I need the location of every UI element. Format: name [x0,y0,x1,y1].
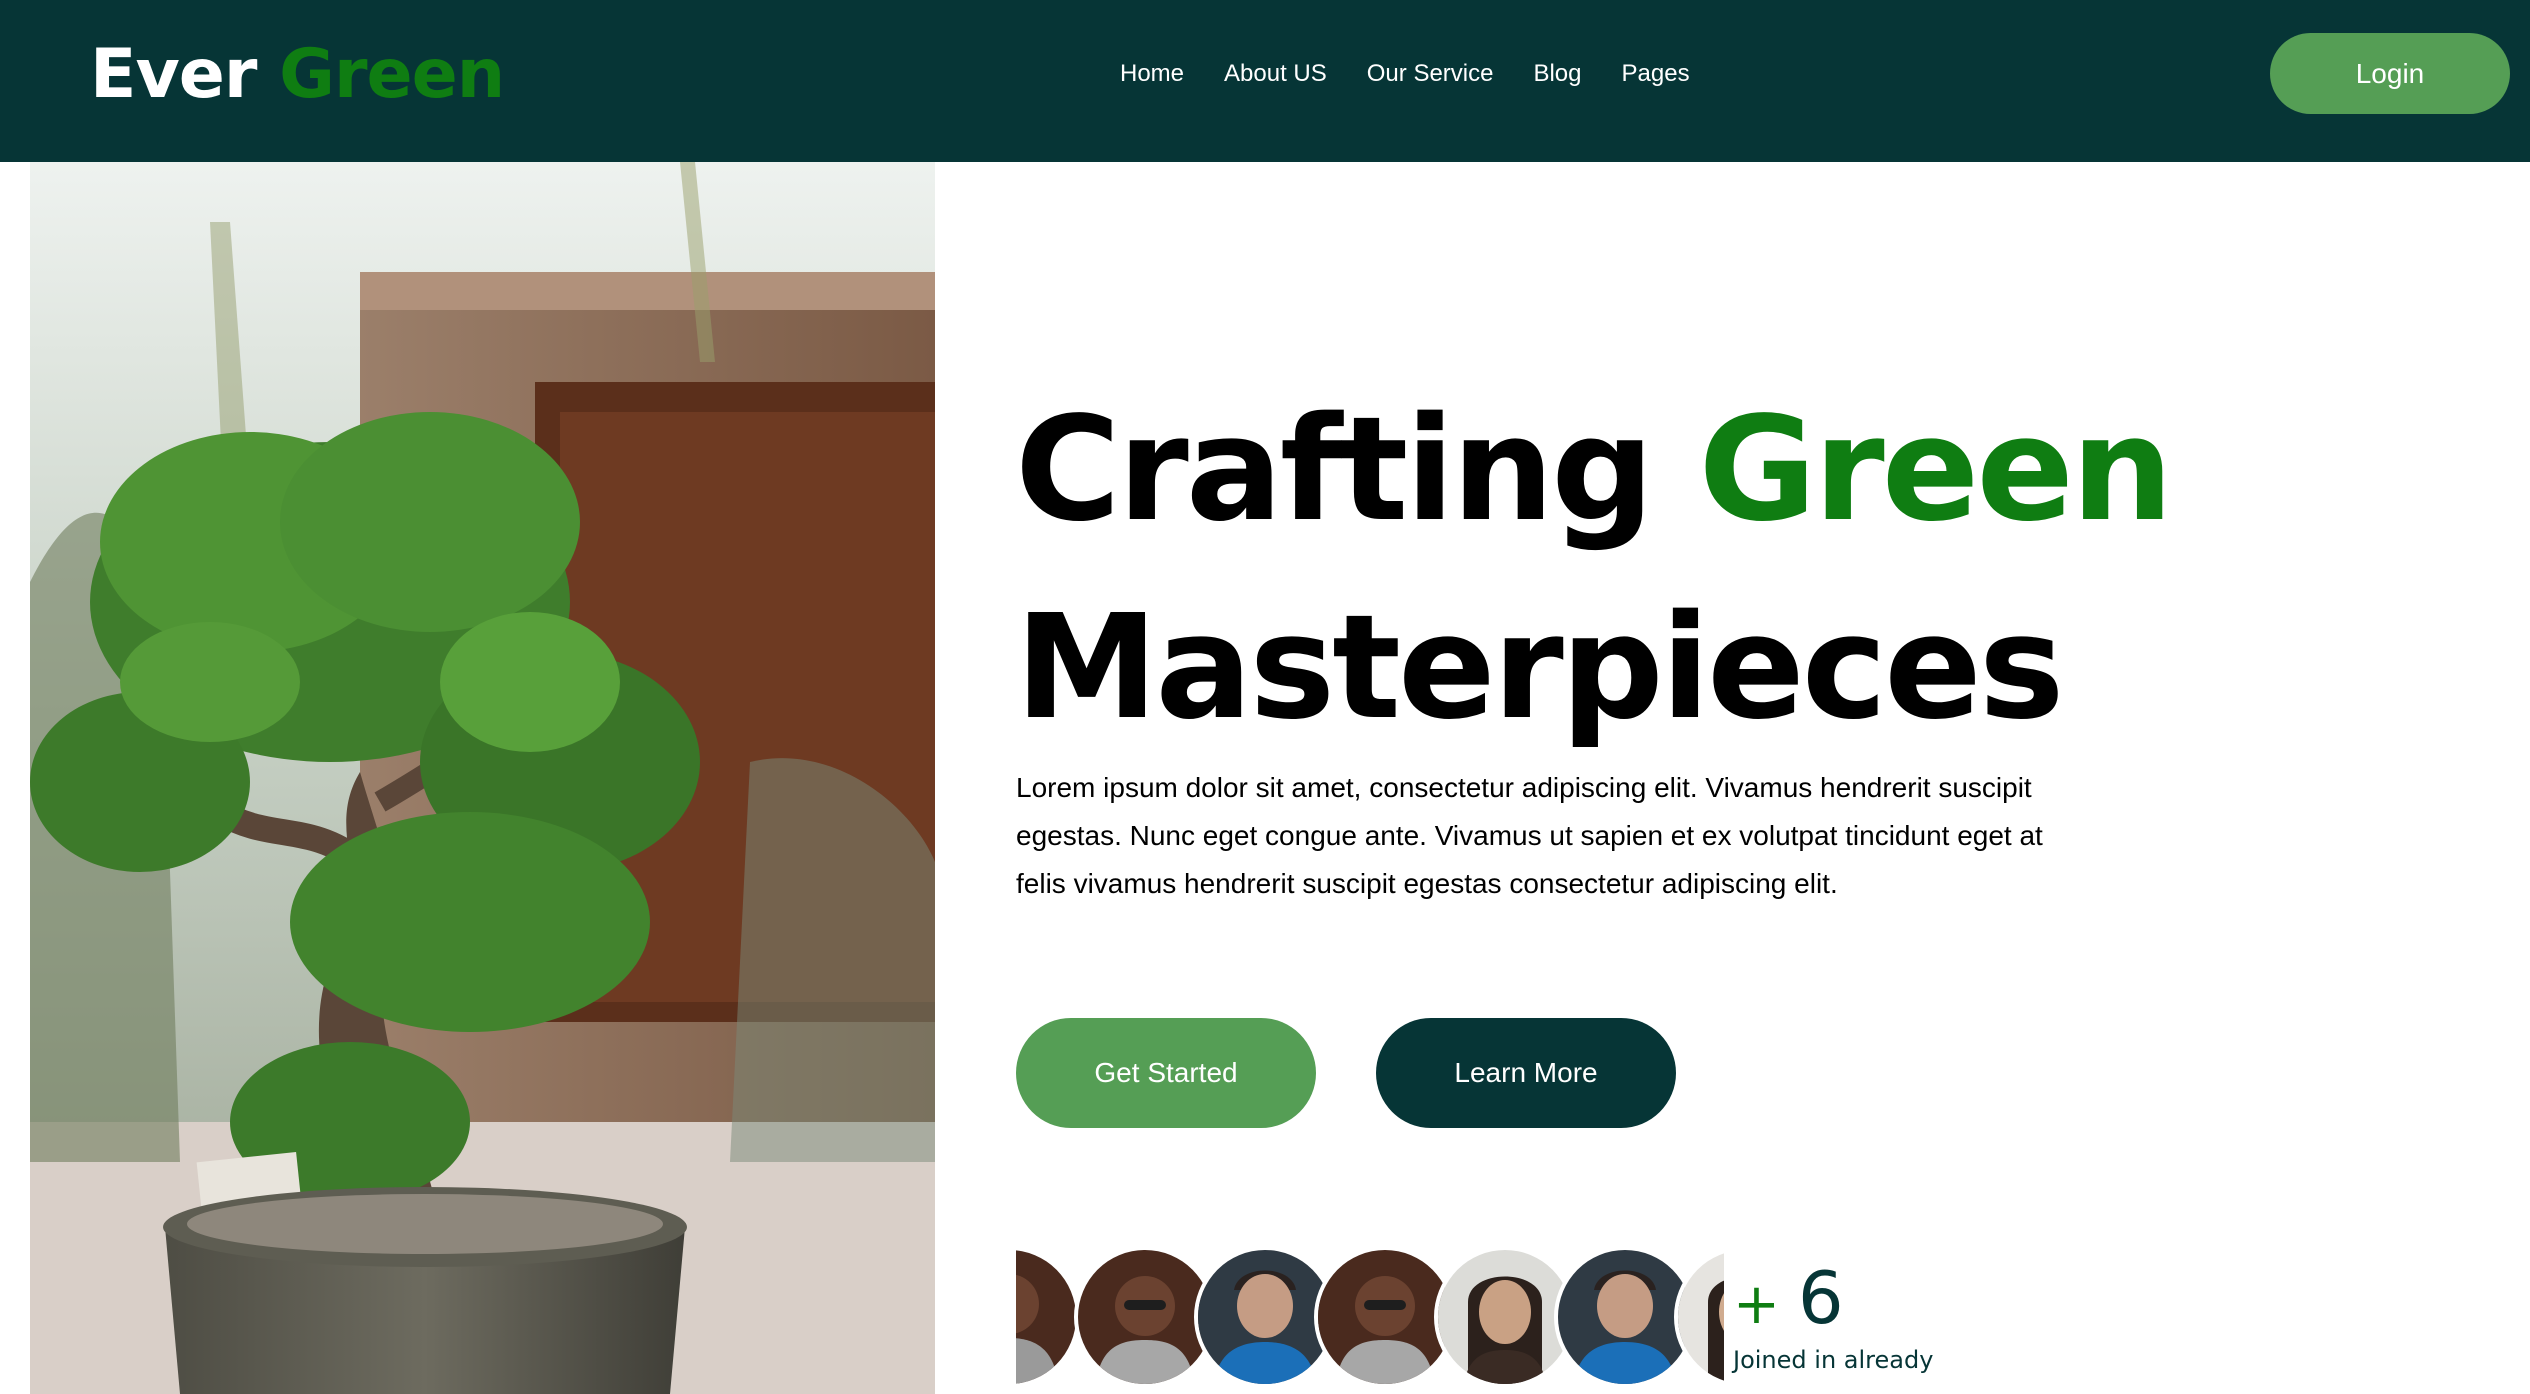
nav-pages[interactable]: Pages [1622,57,1690,91]
person-avatar-icon [1558,1250,1692,1384]
headline-line2: Masterpieces [1015,583,2065,751]
nav-home[interactable]: Home [1120,57,1184,91]
nav-service[interactable]: Our Service [1367,57,1494,91]
nav-blog[interactable]: Blog [1533,57,1581,91]
headline-primary: Crafting [1015,385,1654,553]
avatar [1016,1246,1080,1388]
person-avatar-icon [1318,1250,1452,1384]
hero-image [30,162,935,1394]
person-avatar-icon [1078,1250,1212,1384]
hero-description: Lorem ipsum dolor sit amet, consectetur … [1016,772,2043,899]
navbar: Ever Green Home About US Our Service Blo… [0,0,2530,162]
joined-label: Joined in already [1733,1346,1934,1374]
logo-accent: Green [279,35,505,114]
headline-accent: Green [1698,385,2173,553]
main-nav: Home About US Our Service Blog Pages [1120,57,1690,91]
joined-number: 6 [1797,1256,1844,1340]
nav-about[interactable]: About US [1224,57,1327,91]
hero-headline: Crafting Green Masterpieces [1015,370,2215,766]
plus-icon: + [1733,1272,1780,1337]
get-started-button[interactable]: Get Started [1016,1018,1316,1128]
learn-more-button[interactable]: Learn More [1376,1018,1676,1128]
bonsai-photo-icon [30,162,935,1394]
person-avatar-icon [1016,1250,1076,1384]
joined-count: +6 [1733,1256,1844,1347]
login-button[interactable]: Login [2270,33,2510,114]
person-avatar-icon [1438,1250,1572,1384]
logo-primary: Ever [90,35,257,114]
avatar-stack [1016,1246,1724,1394]
person-avatar-icon [1678,1250,1724,1384]
logo[interactable]: Ever Green [90,30,505,120]
person-avatar-icon [1198,1250,1332,1384]
avatar [1674,1246,1724,1388]
